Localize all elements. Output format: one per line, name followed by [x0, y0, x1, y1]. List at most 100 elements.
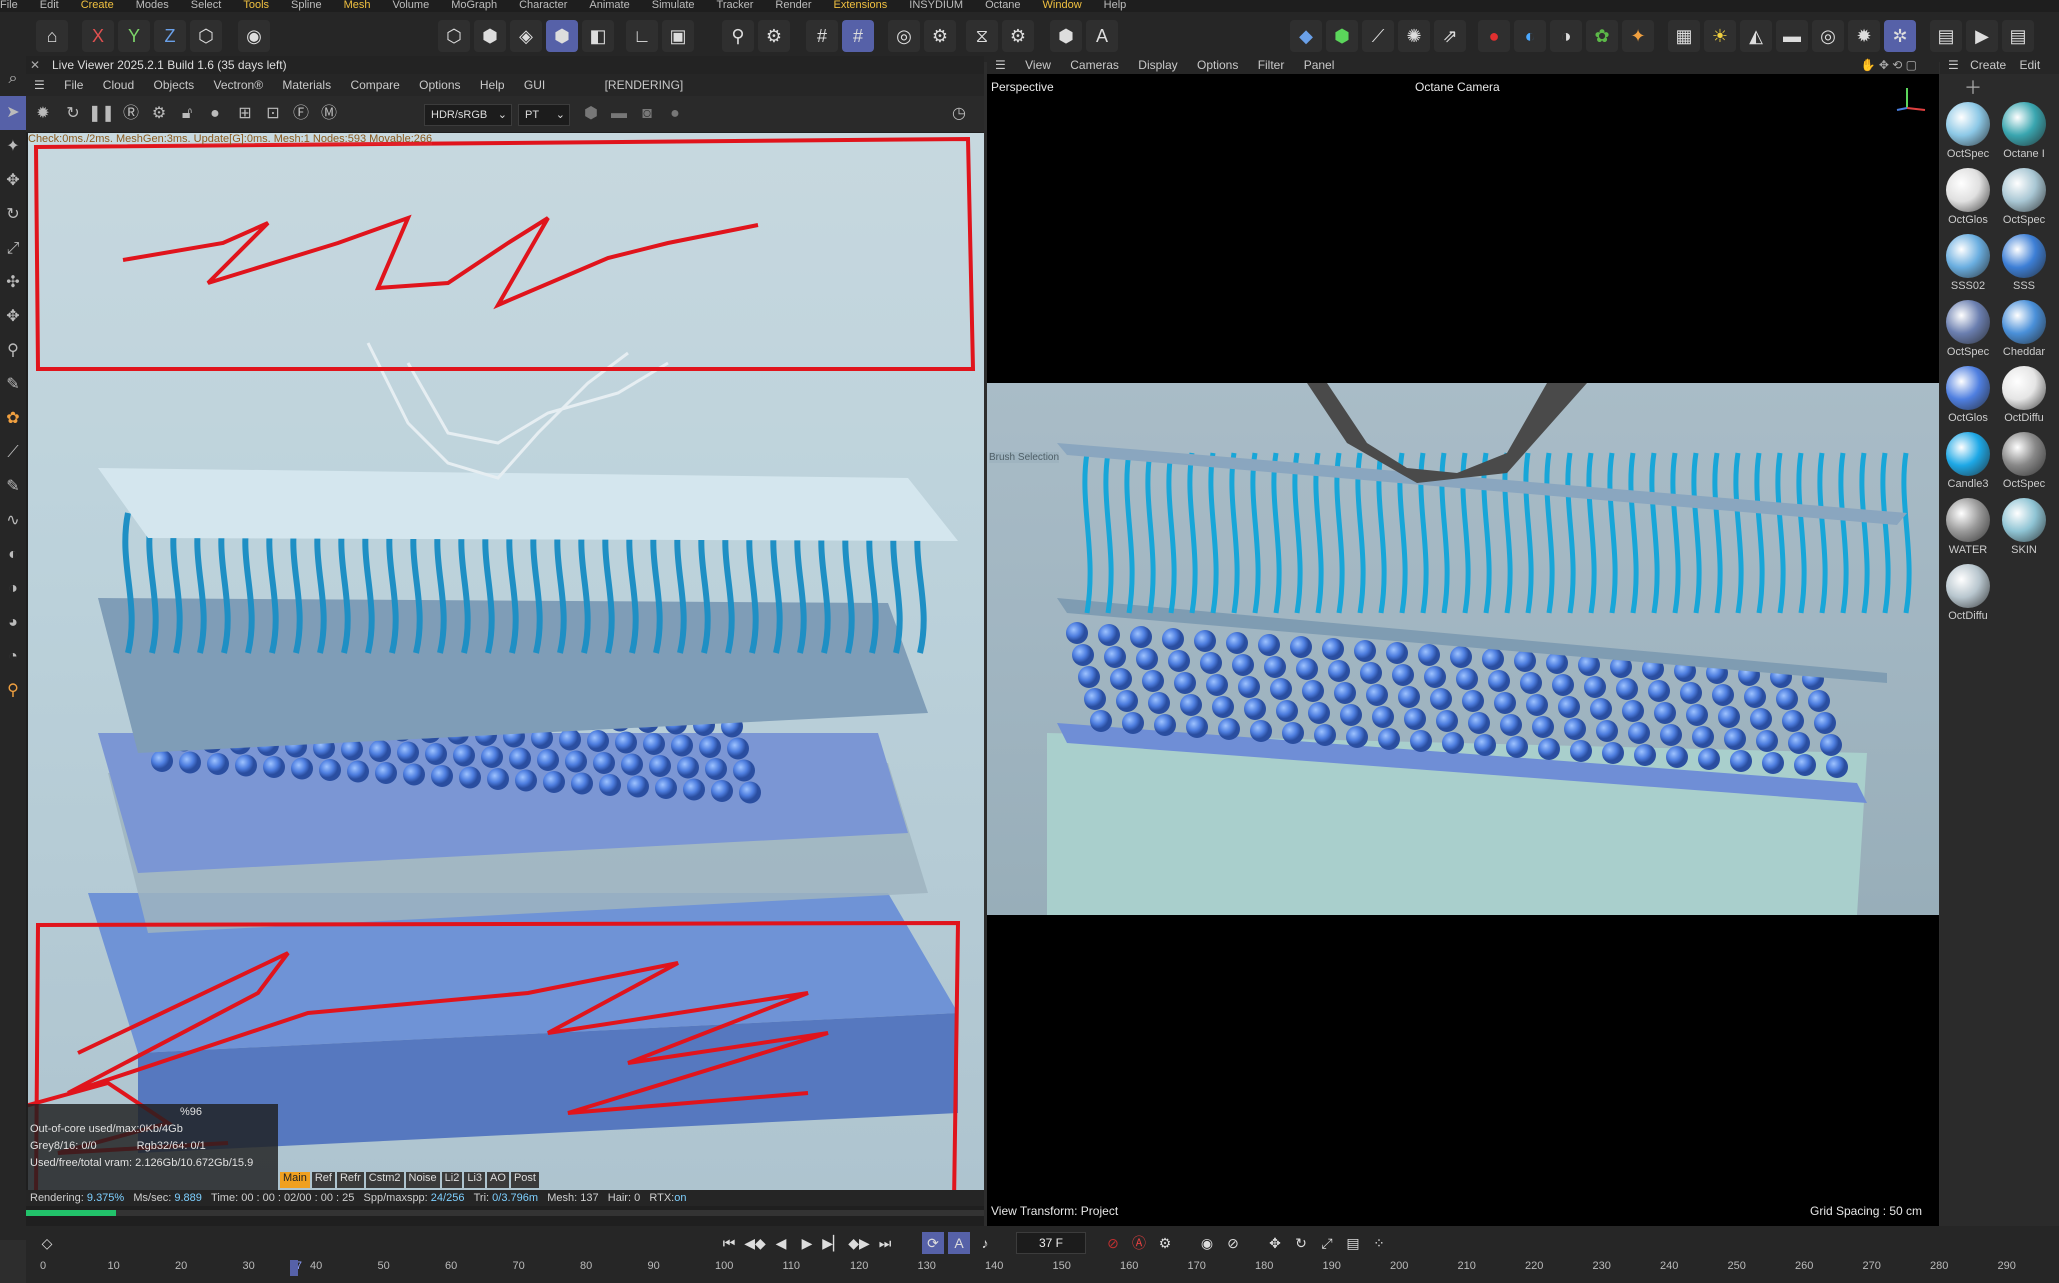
add-region-icon[interactable]: ⊞	[232, 102, 258, 126]
viewport-scene[interactable]: Brush Selection	[987, 383, 1939, 915]
region-render-icon[interactable]: Ⓡ	[118, 102, 144, 126]
particles-icon[interactable]: ✺	[1398, 20, 1430, 52]
axis-mode-icon[interactable]: ∟	[626, 20, 658, 52]
gear-light-icon[interactable]: ✹	[1848, 20, 1880, 52]
lv-menu-compare[interactable]: Compare	[350, 78, 399, 92]
polygons-mode-icon[interactable]: ◈	[510, 20, 542, 52]
pause-icon[interactable]: ❚❚	[88, 102, 115, 126]
pass-tab-ref[interactable]: Ref	[311, 1172, 335, 1188]
sphere-tool-icon[interactable]: ◕	[0, 606, 26, 640]
bone-icon[interactable]: ⟋	[1362, 20, 1394, 52]
focus-icon[interactable]: Ⓕ	[288, 102, 314, 126]
grid-icon[interactable]: #	[806, 20, 838, 52]
eyedropper-icon[interactable]: ⚲	[0, 674, 26, 708]
brush-icon[interactable]: ⟋	[0, 436, 26, 470]
zoom-icon[interactable]: ⌕	[0, 62, 26, 96]
sun-light-icon[interactable]: ☀	[1704, 20, 1736, 52]
lock-icon[interactable]: 🔓︎	[174, 102, 200, 126]
rotation-key-icon[interactable]: ↻	[1290, 1232, 1312, 1254]
octane-logo-icon[interactable]: ✲	[1884, 20, 1916, 52]
camera-icon[interactable]: ◙	[634, 102, 660, 126]
material-swatch[interactable]: OctGlos	[1944, 168, 1992, 226]
clock-icon[interactable]: ◷	[946, 102, 972, 126]
material-swatch[interactable]: OctSpec	[2000, 168, 2048, 226]
lv-menu-options[interactable]: Options	[419, 78, 460, 92]
export-icon[interactable]: ⇗	[1434, 20, 1466, 52]
material-swatch[interactable]: Candle3	[1944, 432, 1992, 490]
next-key-icon[interactable]: ◆▶	[848, 1232, 870, 1254]
text-icon[interactable]: A	[1086, 20, 1118, 52]
prev-frame-icon[interactable]: ◀	[770, 1232, 792, 1254]
viewport-nav-icons[interactable]: ✋ ✥ ⟲ ▢	[1861, 56, 1917, 74]
lv-menu-materials[interactable]: Materials	[282, 78, 331, 92]
keyframe-icon[interactable]: ◇	[36, 1232, 58, 1254]
vp-menu-display[interactable]: Display	[1138, 58, 1177, 72]
model-mode-icon[interactable]: ⬢	[546, 20, 578, 52]
settings-icon[interactable]: ⚙	[1002, 20, 1034, 52]
plugin-cube-icon[interactable]: ⬢	[1326, 20, 1358, 52]
menu-insydium[interactable]: INSYDIUM	[909, 0, 963, 11]
vp-menu-filter[interactable]: Filter	[1258, 58, 1285, 72]
menu-window[interactable]: Window	[1043, 0, 1082, 11]
vp-menu-options[interactable]: Options	[1197, 58, 1238, 72]
lv-menu-objects[interactable]: Objects	[154, 78, 195, 92]
menu-octane[interactable]: Octane	[985, 0, 1020, 11]
material-swatch[interactable]: OctDiffu	[1944, 564, 1992, 622]
lv-menu-cloud[interactable]: Cloud	[103, 78, 134, 92]
go-end-icon[interactable]: ⏭	[874, 1232, 896, 1254]
smooth-icon[interactable]: ✎	[0, 470, 26, 504]
grid-snap-icon[interactable]: #	[842, 20, 874, 52]
pass-tab-noise[interactable]: Noise	[405, 1172, 440, 1188]
lv-menu-file[interactable]: File	[64, 78, 83, 92]
scale-key-icon[interactable]: ⤢	[1316, 1232, 1338, 1254]
material-swatch[interactable]: OctSpec	[2000, 432, 2048, 490]
menu-mesh[interactable]: Mesh	[344, 0, 371, 11]
film-region-icon[interactable]: ⊡	[260, 102, 286, 126]
dope-icon[interactable]: ⊘	[1222, 1232, 1244, 1254]
close-icon[interactable]: ✕	[30, 58, 40, 72]
menu-tools[interactable]: Tools	[243, 0, 269, 11]
area-light-icon[interactable]: ▬	[1776, 20, 1808, 52]
mat-menu-edit[interactable]: Edit	[2019, 58, 2040, 72]
material-swatch[interactable]: OctSpec	[1944, 102, 1992, 160]
pass-tab-main[interactable]: Main	[280, 1172, 310, 1188]
edges-mode-icon[interactable]: ⬢	[474, 20, 506, 52]
axis-x-button[interactable]: X	[82, 20, 114, 52]
material-swatch[interactable]: Cheddar	[2000, 300, 2048, 358]
coordinate-system-icon[interactable]: ⬡	[190, 20, 222, 52]
loop-icon[interactable]: ⟳	[922, 1232, 944, 1254]
material-swatch[interactable]: Octane I	[2000, 102, 2048, 160]
settings-gear-icon[interactable]: ⚙	[146, 102, 172, 126]
display-icon[interactable]: ▬	[606, 102, 632, 126]
vp-menu-panel[interactable]: Panel	[1304, 58, 1335, 72]
render-settings-icon[interactable]: ⚙	[924, 20, 956, 52]
undo-icon[interactable]: ⌂	[36, 20, 68, 52]
vp-menu-cameras[interactable]: Cameras	[1070, 58, 1119, 72]
viewport-hamburger-icon[interactable]: ☰	[995, 58, 1006, 72]
solo-icon[interactable]: ◎	[888, 20, 920, 52]
material-swatch[interactable]: SKIN	[2000, 498, 2048, 556]
next-frame-icon[interactable]: ▶▏	[822, 1232, 844, 1254]
texture-mode-icon[interactable]: ◧	[582, 20, 614, 52]
menu-spline[interactable]: Spline	[291, 0, 322, 11]
gear-icon[interactable]: ✹	[30, 102, 56, 126]
lv-menu-vectron[interactable]: Vectron®	[214, 78, 264, 92]
mat-menu-create[interactable]: Create	[1970, 58, 2006, 72]
pass-tab-post[interactable]: Post	[510, 1172, 539, 1188]
material-pick-icon[interactable]: Ⓜ	[316, 102, 342, 126]
menu-modes[interactable]: Modes	[136, 0, 169, 11]
menu-volume[interactable]: Volume	[393, 0, 430, 11]
motion-icon[interactable]: ◉	[1196, 1232, 1218, 1254]
material-swatch[interactable]: OctSpec	[1944, 300, 1992, 358]
material-swatch[interactable]: WATER	[1944, 498, 1992, 556]
material-swatch[interactable]: OctDiffu	[2000, 366, 2048, 424]
rotate-icon[interactable]: ↻	[0, 198, 26, 232]
material-swatch[interactable]: SSS	[2000, 234, 2048, 292]
knife-icon[interactable]: ⚲	[0, 334, 26, 368]
scale-icon[interactable]: ⤢	[0, 232, 26, 266]
render-queue-icon[interactable]: ▤	[2002, 20, 2034, 52]
octane-vdb-icon[interactable]: ✦	[1622, 20, 1654, 52]
param-key-icon[interactable]: ▤	[1342, 1232, 1364, 1254]
cube-icon[interactable]: ⬢	[1050, 20, 1082, 52]
octane-diffuse-icon[interactable]: ◑	[1550, 20, 1582, 52]
